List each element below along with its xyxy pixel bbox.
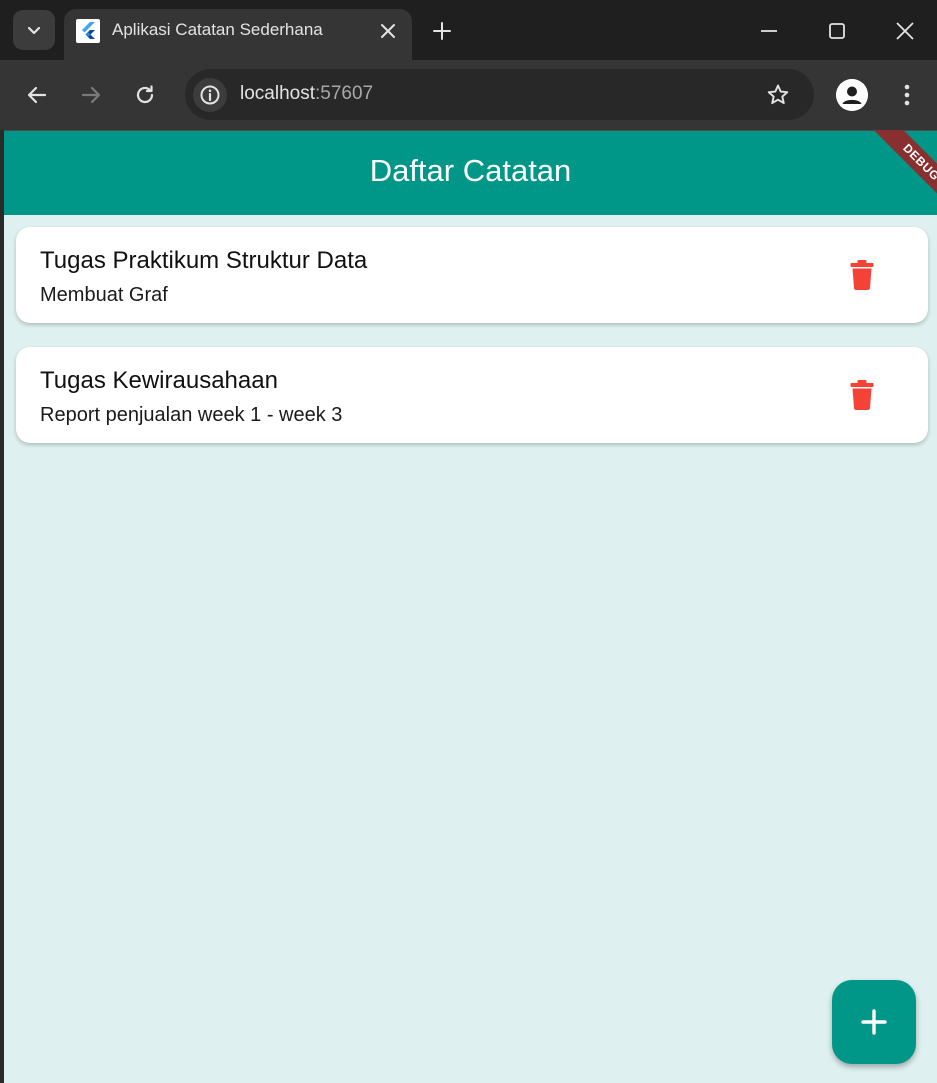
- delete-note-button[interactable]: [840, 375, 884, 415]
- add-note-button[interactable]: [832, 980, 916, 1064]
- flutter-icon: [76, 19, 100, 43]
- trash-icon: [850, 380, 874, 410]
- maximize-icon: [829, 23, 845, 39]
- more-vert-icon: [904, 84, 910, 106]
- tab-title: Aplikasi Catatan Sederhana: [112, 20, 323, 39]
- app-viewport: Daftar Catatan DEBUG Tugas Praktikum Str…: [4, 130, 937, 1083]
- note-title: Tugas Praktikum Struktur Data: [40, 247, 368, 274]
- back-button[interactable]: [19, 77, 55, 113]
- tab-active[interactable]: Aplikasi Catatan Sederhana: [64, 9, 412, 60]
- profile-button[interactable]: [836, 79, 868, 111]
- maximize-button[interactable]: [819, 14, 855, 48]
- close-window-button[interactable]: [887, 14, 923, 48]
- trash-icon: [850, 260, 874, 290]
- note-subtitle: Report penjualan week 1 - week 3: [40, 404, 343, 426]
- tab-close-button[interactable]: [376, 19, 400, 43]
- browser-menu-button[interactable]: [893, 79, 921, 111]
- reload-icon: [136, 85, 154, 104]
- arrow-left-icon: [27, 86, 47, 104]
- tab-search-button[interactable]: [13, 10, 55, 50]
- site-info-button[interactable]: [193, 78, 227, 112]
- forward-button[interactable]: [73, 77, 109, 113]
- bookmark-button[interactable]: [763, 80, 793, 110]
- tab-strip: Aplikasi Catatan Sederhana: [0, 0, 937, 60]
- minimize-icon: [761, 30, 777, 32]
- url-text[interactable]: localhost:57607: [240, 83, 373, 105]
- url-host: localhost: [240, 83, 315, 104]
- add-icon: [861, 1009, 887, 1035]
- star-icon: [767, 84, 789, 105]
- plus-icon: [433, 22, 451, 40]
- browser-window: Aplikasi Catatan Sederhana localhost:576…: [0, 0, 937, 1083]
- note-subtitle: Membuat Graf: [40, 284, 168, 306]
- avatar-icon: [836, 79, 868, 111]
- note-card[interactable]: Tugas Praktikum Struktur Data Membuat Gr…: [16, 227, 928, 323]
- info-icon: [200, 85, 220, 105]
- close-icon: [381, 24, 395, 38]
- reload-button[interactable]: [127, 77, 163, 113]
- delete-note-button[interactable]: [840, 255, 884, 295]
- address-bar[interactable]: localhost:57607: [185, 69, 814, 120]
- browser-toolbar: localhost:57607: [0, 60, 937, 130]
- app-bar: Daftar Catatan: [4, 130, 937, 215]
- page-title: Daftar Catatan: [369, 153, 572, 188]
- note-card[interactable]: Tugas Kewirausahaan Report penjualan wee…: [16, 347, 928, 443]
- chevron-down-icon: [27, 26, 41, 35]
- new-tab-button[interactable]: [428, 17, 456, 45]
- minimize-button[interactable]: [751, 14, 787, 48]
- arrow-right-icon: [81, 86, 101, 104]
- url-port: :57607: [315, 83, 374, 104]
- note-title: Tugas Kewirausahaan: [40, 367, 278, 394]
- close-icon: [896, 22, 914, 40]
